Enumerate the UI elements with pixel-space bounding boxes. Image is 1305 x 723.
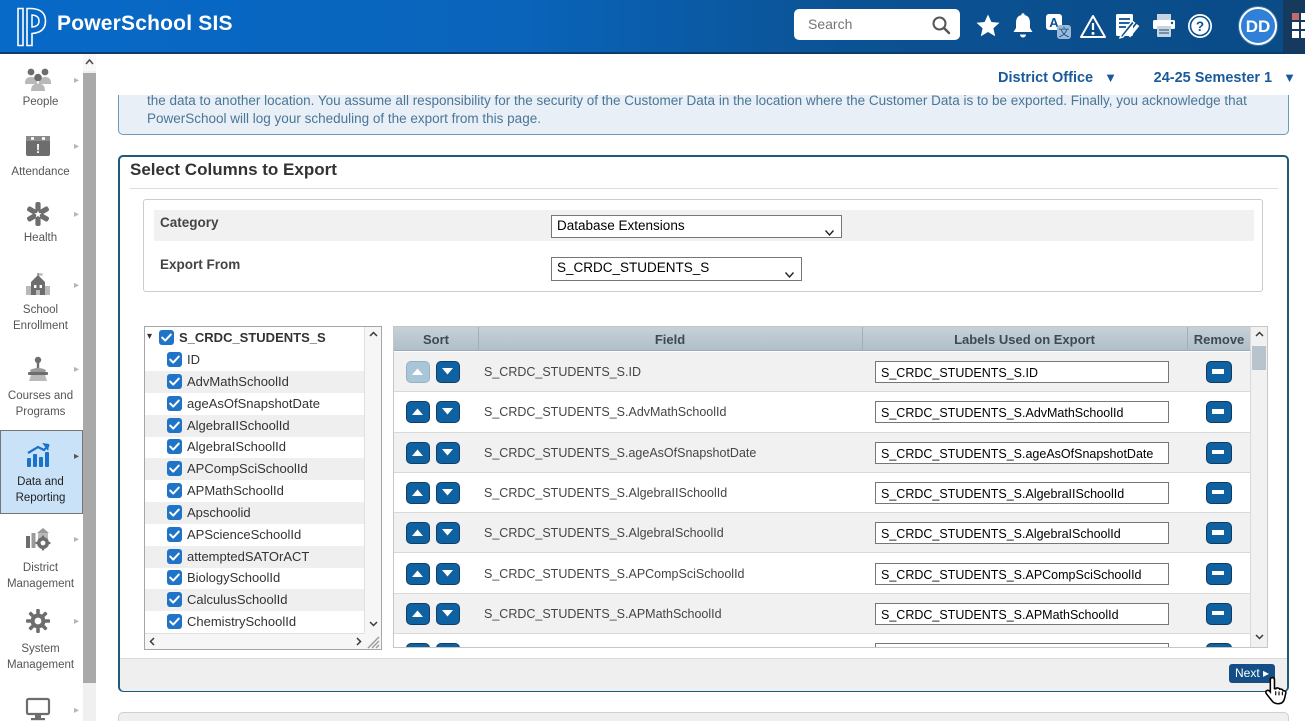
svg-text:!: ! (36, 141, 40, 156)
svg-text:?: ? (1196, 19, 1204, 34)
svg-text:文: 文 (1058, 25, 1069, 39)
